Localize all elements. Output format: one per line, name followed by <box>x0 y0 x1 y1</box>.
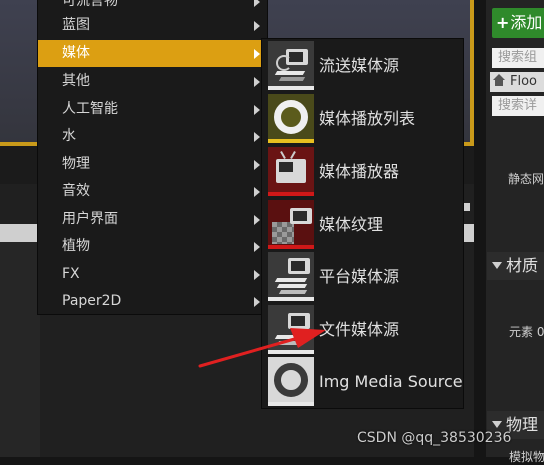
submenu-arrow-icon <box>254 132 260 142</box>
menu-item-blueprint[interactable]: 蓝图 <box>38 12 267 39</box>
menu-item-ai[interactable]: 人工智能 <box>38 96 267 123</box>
submenu-arrow-icon <box>254 49 260 59</box>
watermark: CSDN @qq_38530236 <box>357 430 512 446</box>
actor-category-menu: 可流言物 蓝图 媒体 其他 人工智能 水 物理 音效 用户界面 植物 FX Pa… <box>37 0 268 315</box>
media-playlist-icon <box>268 94 314 143</box>
stream-media-source-icon <box>268 41 314 90</box>
submenu-item-media-player[interactable]: 媒体播放器 <box>262 146 463 199</box>
plus-icon: + <box>496 13 510 32</box>
menu-item-paper2d[interactable]: Paper2D <box>38 288 267 315</box>
collapse-triangle-icon <box>492 262 502 269</box>
submenu-item-media-texture[interactable]: 媒体纹理 <box>262 199 463 252</box>
menu-item-audio[interactable]: 音效 <box>38 178 267 205</box>
submenu-arrow-icon <box>254 77 260 87</box>
search-details-input[interactable]: 搜索详 <box>492 96 544 116</box>
submenu-arrow-icon <box>254 160 260 170</box>
element-label: 元素 0 <box>509 325 544 339</box>
menu-item-water[interactable]: 水 <box>38 123 267 150</box>
platform-media-source-icon <box>268 252 314 301</box>
menu-item-foliage[interactable]: 植物 <box>38 233 267 260</box>
submenu-arrow-icon <box>254 0 260 7</box>
submenu-arrow-icon <box>254 187 260 197</box>
menu-item-fx[interactable]: FX <box>38 261 267 288</box>
menu-item-media[interactable]: 媒体 <box>38 40 267 67</box>
menu-item-ui[interactable]: 用户界面 <box>38 206 267 233</box>
submenu-arrow-icon <box>254 270 260 280</box>
menu-item-physics[interactable]: 物理 <box>38 151 267 178</box>
submenu-arrow-icon <box>254 215 260 225</box>
media-texture-icon <box>268 200 314 249</box>
submenu-arrow-icon <box>254 242 260 252</box>
details-panel <box>486 0 544 457</box>
submenu-item-media-playlist[interactable]: 媒体播放列表 <box>262 93 463 146</box>
add-component-button[interactable]: +添加 <box>492 8 544 38</box>
search-components-input[interactable]: 搜索组 <box>492 48 544 68</box>
submenu-item-img-media-source[interactable]: Img Media Source <box>262 356 463 409</box>
collapse-triangle-icon <box>492 421 502 428</box>
static-mesh-label: 静态网 <box>508 172 544 186</box>
component-row-floor[interactable]: Floo <box>490 72 544 92</box>
menu-item-other[interactable]: 其他 <box>38 68 267 95</box>
submenu-arrow-icon <box>254 105 260 115</box>
submenu-arrow-icon <box>254 21 260 31</box>
submenu-item-file-media-source[interactable]: 文件媒体源 <box>262 304 463 357</box>
submenu-arrow-icon <box>254 297 260 307</box>
panel-gutter <box>0 242 40 457</box>
submenu-item-stream-media-source[interactable]: 流送媒体源 <box>262 40 463 93</box>
file-media-source-icon <box>268 305 314 354</box>
img-media-source-icon <box>268 357 314 406</box>
media-player-icon <box>268 147 314 196</box>
house-icon <box>492 74 506 86</box>
materials-section-header[interactable]: 材质 <box>487 252 544 280</box>
submenu-item-platform-media-source[interactable]: 平台媒体源 <box>262 251 463 304</box>
media-submenu: 流送媒体源 媒体播放列表 媒体播放器 媒体纹理 平台媒体源 文件媒体源 Img … <box>261 38 464 409</box>
